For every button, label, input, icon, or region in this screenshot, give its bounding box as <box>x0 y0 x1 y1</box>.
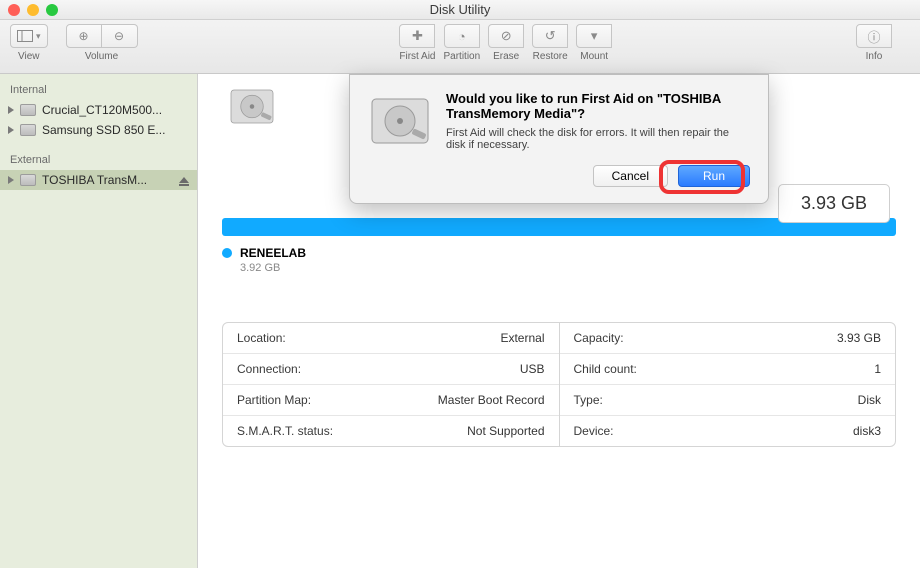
sidebar-item-label: Crucial_CT120M500... <box>42 103 162 117</box>
volume-color-icon <box>222 248 232 258</box>
info-key: Location: <box>237 331 286 345</box>
tb-partition-label: Partition <box>443 51 480 62</box>
sidebar-item-external-0[interactable]: TOSHIBA TransM... <box>0 170 197 190</box>
partition-button[interactable]: ◔ <box>444 24 480 48</box>
capacity-badge: 3.93 GB <box>778 184 890 223</box>
disk-icon <box>20 124 36 136</box>
first-aid-dialog: Would you like to run First Aid on "TOSH… <box>349 74 769 204</box>
tb-restore-label: Restore <box>533 51 568 62</box>
volume-name: RENEELAB <box>240 246 306 260</box>
sidebar-section-internal: Internal <box>0 80 197 100</box>
info-val: Not Supported <box>467 424 544 438</box>
minus-volume-icon: ⊖ <box>114 29 124 43</box>
sidebar-item-internal-1[interactable]: Samsung SSD 850 E... <box>0 120 197 140</box>
tb-firstaid-label: First Aid <box>399 51 435 62</box>
sidebar-item-label: TOSHIBA TransM... <box>42 173 147 187</box>
restore-button[interactable]: ↺ <box>532 24 568 48</box>
disclosure-icon <box>8 176 14 184</box>
tb-info-group: ⓘ Info <box>856 24 892 62</box>
sidebar-item-label: Samsung SSD 850 E... <box>42 123 165 137</box>
sidebar-section-external: External <box>0 150 197 170</box>
dialog-disk-icon <box>368 91 432 187</box>
mount-icon: ▾ <box>591 28 598 44</box>
tb-volume-label: Volume <box>85 51 118 62</box>
erase-icon: ⊘ <box>501 28 512 44</box>
tb-view-group: ▾ View <box>10 24 48 62</box>
sidebar-item-internal-0[interactable]: Crucial_CT120M500... <box>0 100 197 120</box>
info-val: Disk <box>858 393 881 407</box>
info-grid: Location: External Connection: USB Partiti… <box>222 322 896 447</box>
info-key: Child count: <box>574 362 637 376</box>
titlebar: Disk Utility <box>0 0 920 20</box>
tb-volume-group: ⊕ ⊖ Volume <box>66 24 138 62</box>
partition-icon: ◔ <box>458 29 466 44</box>
info-key: Device: <box>574 424 614 438</box>
tb-erase-label: Erase <box>493 51 519 62</box>
info-val: 3.93 GB <box>837 331 881 345</box>
dialog-message: First Aid will check the disk for errors… <box>446 127 750 151</box>
info-key: Partition Map: <box>237 393 311 407</box>
disk-icon <box>20 104 36 116</box>
disk-hero-icon <box>228 84 276 135</box>
sidebar: Internal Crucial_CT120M500... Samsung SS… <box>0 74 198 568</box>
mount-button[interactable]: ▾ <box>576 24 612 48</box>
sidebar-layout-icon <box>17 30 33 42</box>
toolbar: ▾ View ⊕ ⊖ Volume ✚ First Aid ◔ Partition … <box>0 20 920 74</box>
restore-icon: ↺ <box>545 28 556 44</box>
volume-remove-button[interactable]: ⊖ <box>102 24 138 48</box>
plus-volume-icon: ⊕ <box>79 29 89 43</box>
disclosure-icon <box>8 106 14 114</box>
first-aid-button[interactable]: ✚ <box>399 24 435 48</box>
info-val: Master Boot Record <box>438 393 545 407</box>
volume-add-button[interactable]: ⊕ <box>66 24 102 48</box>
info-val: USB <box>520 362 545 376</box>
tb-info-label: Info <box>866 51 883 62</box>
info-key: Type: <box>574 393 603 407</box>
chevron-down-icon: ▾ <box>36 31 41 42</box>
info-button[interactable]: ⓘ <box>856 24 892 48</box>
volume-size: 3.92 GB <box>240 262 896 274</box>
tb-view-label: View <box>18 51 40 62</box>
cancel-button[interactable]: Cancel <box>593 165 668 187</box>
view-button[interactable]: ▾ <box>10 24 48 48</box>
volume-row: RENEELAB <box>222 246 896 260</box>
erase-button[interactable]: ⊘ <box>488 24 524 48</box>
disk-icon <box>20 174 36 186</box>
info-val: disk3 <box>853 424 881 438</box>
main-pane: 3.93 GB RENEELAB 3.92 GB Location: Extern… <box>198 74 920 568</box>
info-key: Connection: <box>237 362 301 376</box>
info-key: Capacity: <box>574 331 624 345</box>
eject-icon[interactable] <box>179 177 189 183</box>
tb-mount-label: Mount <box>580 51 608 62</box>
run-button[interactable]: Run <box>678 165 750 187</box>
dialog-title: Would you like to run First Aid on "TOSH… <box>446 91 750 121</box>
first-aid-icon: ✚ <box>412 28 423 44</box>
info-val: 1 <box>874 362 881 376</box>
info-key: S.M.A.R.T. status: <box>237 424 333 438</box>
toolbar-center: ✚ First Aid ◔ Partition ⊘ Erase ↺ Restore ▾ M… <box>399 24 612 62</box>
window-title: Disk Utility <box>0 2 920 17</box>
disclosure-icon <box>8 126 14 134</box>
info-val: External <box>500 331 544 345</box>
info-icon: ⓘ <box>867 27 880 46</box>
